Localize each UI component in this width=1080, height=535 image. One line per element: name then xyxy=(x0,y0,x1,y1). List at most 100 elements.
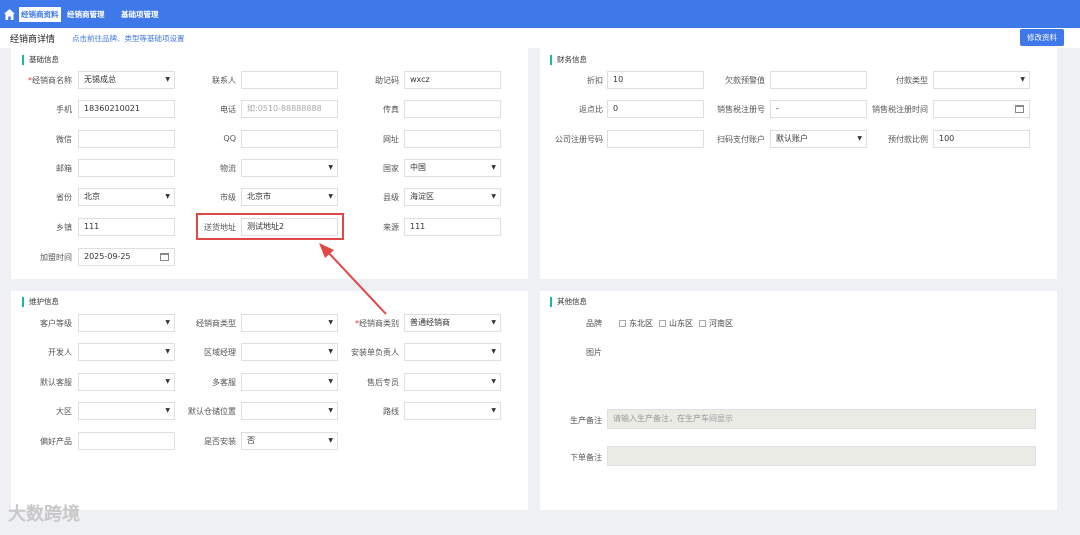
fax-input[interactable] xyxy=(404,100,501,118)
top-nav-bar: 经销商资料 经销商管理 基础项管理 xyxy=(0,0,1080,28)
dealer-type-select[interactable]: ▼ xyxy=(241,314,338,332)
email-label: 邮箱 xyxy=(56,164,72,173)
dealer-category-label: *经销商类别 xyxy=(355,319,399,328)
dealer-category-select[interactable]: 普通经销商 ▼ xyxy=(404,314,501,332)
customer-level-select[interactable]: ▼ xyxy=(78,314,175,332)
discount-label: 折扣 xyxy=(587,76,603,85)
install-owner-label: 安装单负责人 xyxy=(351,348,399,357)
scan-account-select[interactable]: 默认账户 ▼ xyxy=(770,130,867,148)
edit-profile-button[interactable]: 修改资料 xyxy=(1020,29,1064,46)
brand-checkbox-henan[interactable]: 河南区 xyxy=(699,318,733,329)
phone-label: 电话 xyxy=(220,105,236,114)
contact-label: 联系人 xyxy=(212,76,236,85)
logistics-select[interactable]: ▼ xyxy=(241,159,338,177)
payment-type-select[interactable]: ▼ xyxy=(933,71,1030,89)
county-select[interactable]: 海淀区 ▼ xyxy=(404,188,501,206)
city-select[interactable]: 北京市 ▼ xyxy=(241,188,338,206)
qq-label: QQ xyxy=(223,134,236,143)
multi-service-label: 多客服 xyxy=(212,378,236,387)
caret-down-icon: ▼ xyxy=(491,348,496,355)
tax-time-input[interactable] xyxy=(933,100,1030,118)
other-info-panel xyxy=(540,291,1057,510)
mobile-label: 手机 xyxy=(56,105,72,114)
prepay-ratio-label: 预付款比例 xyxy=(888,135,928,144)
warehouse-label: 默认仓储位置 xyxy=(188,407,236,416)
email-input[interactable] xyxy=(78,159,175,177)
country-select[interactable]: 中国 ▼ xyxy=(404,159,501,177)
big-region-select[interactable]: ▼ xyxy=(78,402,175,420)
province-select[interactable]: 北京 ▼ xyxy=(78,188,175,206)
country-label: 国家 xyxy=(383,164,399,173)
default-service-select[interactable]: ▼ xyxy=(78,373,175,391)
need-install-select[interactable]: 否 ▼ xyxy=(241,432,338,450)
caret-down-icon: ▼ xyxy=(491,193,496,200)
mobile-input[interactable]: 18360210021 xyxy=(78,100,175,118)
caret-down-icon: ▼ xyxy=(328,164,333,171)
join-date-input[interactable]: 2025-09-25 xyxy=(78,248,175,266)
need-install-label: 是否安装 xyxy=(204,437,236,446)
multi-service-select[interactable]: ▼ xyxy=(241,373,338,391)
customer-level-label: 客户等级 xyxy=(40,319,72,328)
rebate-input[interactable]: 0 xyxy=(607,100,704,118)
county-label: 县级 xyxy=(383,193,399,202)
region-manager-select[interactable]: ▼ xyxy=(241,343,338,361)
tax-number-input[interactable]: - xyxy=(770,100,867,118)
discount-input[interactable]: 10 xyxy=(607,71,704,89)
arrears-warning-input[interactable] xyxy=(770,71,867,89)
brand-label: 品牌 xyxy=(586,319,602,328)
tax-time-label: 销售税注册时间 xyxy=(872,105,928,114)
qq-input[interactable] xyxy=(241,130,338,148)
big-region-label: 大区 xyxy=(56,407,72,416)
checkbox-icon xyxy=(619,320,626,327)
phone-input[interactable]: 如:0510-88888888 xyxy=(241,100,338,118)
preferred-product-label: 偏好产品 xyxy=(40,437,72,446)
caret-down-icon: ▼ xyxy=(328,437,333,444)
payment-type-label: 付款类型 xyxy=(896,76,928,85)
caret-down-icon: ▼ xyxy=(165,76,170,83)
mnemonic-input[interactable]: wxcz xyxy=(404,71,501,89)
prepay-ratio-input[interactable]: 100 xyxy=(933,130,1030,148)
brand-checkbox-dongbei[interactable]: 东北区 xyxy=(619,318,653,329)
town-input[interactable]: 111 xyxy=(78,218,175,236)
base-settings-link[interactable]: 点击前往品牌、类型等基础项设置 xyxy=(72,33,185,44)
source-label: 来源 xyxy=(383,223,399,232)
source-input[interactable]: 111 xyxy=(404,218,501,236)
caret-down-icon: ▼ xyxy=(328,348,333,355)
developer-select[interactable]: ▼ xyxy=(78,343,175,361)
preferred-product-input[interactable] xyxy=(78,432,175,450)
install-owner-select[interactable]: ▼ xyxy=(404,343,501,361)
after-sales-select[interactable]: ▼ xyxy=(404,373,501,391)
wechat-input[interactable] xyxy=(78,130,175,148)
developer-label: 开发人 xyxy=(48,348,72,357)
tab-base-manage[interactable]: 基础项管理 xyxy=(119,7,161,22)
caret-down-icon: ▼ xyxy=(491,378,496,385)
calendar-icon[interactable] xyxy=(1015,105,1024,113)
dealer-name-select[interactable]: 无锡成总 ▼ xyxy=(78,71,175,89)
website-label: 网址 xyxy=(383,135,399,144)
default-service-label: 默认客服 xyxy=(40,378,72,387)
order-note-input[interactable] xyxy=(607,446,1036,466)
route-select[interactable]: ▼ xyxy=(404,402,501,420)
tab-dealer-manage[interactable]: 经销商管理 xyxy=(65,7,107,22)
scan-account-label: 扫码支付账户 xyxy=(717,135,765,144)
contact-input[interactable] xyxy=(241,71,338,89)
production-note-input[interactable]: 请输入生产备注，在生产车间显示 xyxy=(607,409,1036,429)
brand-checkbox-shandong[interactable]: 山东区 xyxy=(659,318,693,329)
warehouse-select[interactable]: ▼ xyxy=(241,402,338,420)
caret-down-icon: ▼ xyxy=(165,193,170,200)
tab-dealer-info[interactable]: 经销商资料 xyxy=(19,7,61,22)
checkbox-icon xyxy=(699,320,706,327)
dealer-type-label: 经销商类型 xyxy=(196,319,236,328)
fax-label: 传真 xyxy=(383,105,399,114)
route-label: 路线 xyxy=(383,407,399,416)
company-reg-input[interactable] xyxy=(607,130,704,148)
home-icon[interactable] xyxy=(3,8,16,21)
mnemonic-label: 助记码 xyxy=(375,76,399,85)
website-input[interactable] xyxy=(404,130,501,148)
finance-info-title: 财务信息 xyxy=(550,55,587,65)
page-title: 经销商详情 xyxy=(10,35,56,45)
caret-down-icon: ▼ xyxy=(165,378,170,385)
caret-down-icon: ▼ xyxy=(857,135,862,142)
calendar-icon[interactable] xyxy=(160,253,169,261)
dealer-name-label: *经销商名称 xyxy=(28,76,72,85)
